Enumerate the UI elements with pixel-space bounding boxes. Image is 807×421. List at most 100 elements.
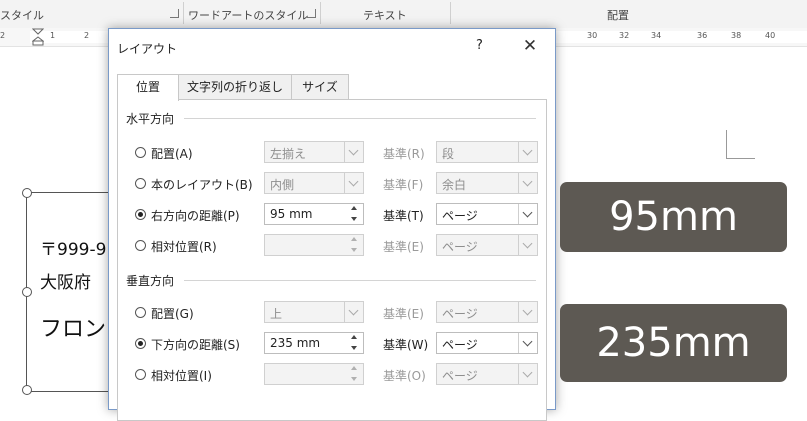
chevron-down-icon — [518, 142, 537, 162]
ribbon-separator — [183, 2, 184, 24]
help-icon[interactable]: ? — [476, 38, 483, 53]
spin-down-icon[interactable] — [348, 374, 360, 384]
v-alignment-row: 配置(G) 上 基準(E) ページ — [118, 300, 546, 326]
ribbon-separator — [320, 2, 321, 24]
tab-position[interactable]: 位置 — [117, 74, 179, 101]
callout-horizontal-distance: 95mm — [560, 182, 787, 252]
v-relative-label: 相対位置(I) — [151, 369, 212, 383]
v-absolute-row: 下方向の距離(S) 235 mm 基準(W) ページ — [118, 331, 546, 357]
h-absolute-row: 右方向の距離(P) 95 mm 基準(T) ページ — [118, 202, 546, 228]
v-relative-base-label: 基準(O) — [383, 369, 426, 383]
page-corner-mark — [726, 130, 755, 159]
v-relative-radio[interactable] — [135, 369, 146, 380]
h-relative-spinner[interactable] — [264, 234, 364, 256]
h-relative-row: 相対位置(R) 基準(E) ページ — [118, 233, 546, 259]
v-relative-row: 相対位置(I) 基準(O) ページ — [118, 362, 546, 388]
v-absolute-radio[interactable] — [135, 338, 146, 349]
v-alignment-radio[interactable] — [135, 307, 146, 318]
v-relative-spinner[interactable] — [264, 363, 364, 385]
book-layout-base-label: 基準(F) — [383, 178, 424, 192]
ruler-tick: 2 — [84, 31, 90, 40]
chevron-down-icon — [518, 364, 537, 384]
callout-vertical-distance: 235mm — [560, 304, 787, 382]
chevron-down-icon — [518, 204, 537, 224]
resize-handle-icon[interactable] — [22, 385, 32, 395]
h-absolute-base-select[interactable]: ページ — [436, 203, 538, 225]
h-absolute-spinner[interactable]: 95 mm — [264, 203, 364, 225]
name-line: フロン — [40, 317, 107, 342]
ribbon-separator — [450, 2, 451, 24]
v-alignment-base-label: 基準(E) — [383, 307, 424, 321]
horizontal-heading: 水平方向 — [126, 112, 175, 126]
book-layout-base-select[interactable]: 余白 — [436, 172, 538, 194]
h-alignment-select[interactable]: 左揃え — [264, 141, 364, 163]
spin-up-icon[interactable] — [348, 364, 360, 374]
v-absolute-spinner[interactable]: 235 mm — [264, 332, 364, 354]
h-absolute-radio[interactable] — [135, 209, 146, 220]
dialog-launcher-icon[interactable] — [170, 9, 179, 18]
ribbon-group-text: テキスト — [363, 9, 407, 22]
h-relative-base-label: 基準(E) — [383, 240, 424, 254]
h-alignment-base-select[interactable]: 段 — [436, 141, 538, 163]
ruler-tick: 34 — [651, 31, 662, 40]
section-divider — [184, 118, 536, 119]
h-alignment-row: 配置(A) 左揃え 基準(R) 段 — [118, 140, 546, 166]
chevron-down-icon — [518, 235, 537, 255]
h-alignment-base-label: 基準(R) — [383, 147, 425, 161]
ruler-tick: 36 — [697, 31, 708, 40]
v-absolute-base-label: 基準(W) — [383, 338, 429, 352]
dialog-title: レイアウト — [117, 42, 178, 56]
v-absolute-base-select[interactable]: ページ — [436, 332, 538, 354]
close-icon[interactable]: ✕ — [519, 36, 541, 56]
spin-up-icon[interactable] — [348, 333, 360, 343]
layout-dialog: レイアウト ? ✕ 位置 文字列の折り返し サイズ 水平方向 配置(A) 左揃え… — [108, 28, 556, 421]
spin-up-icon[interactable] — [348, 204, 360, 214]
dialog-launcher-icon[interactable] — [307, 9, 316, 18]
tab-size[interactable]: サイズ — [291, 74, 349, 99]
book-layout-row: 本のレイアウト(B) 内側 基準(F) 余白 — [118, 171, 546, 197]
address-line: 大阪府 — [40, 273, 91, 293]
resize-handle-icon[interactable] — [22, 287, 32, 297]
chevron-down-icon — [518, 173, 537, 193]
ribbon-group-style: スタイル — [0, 9, 44, 22]
ruler-tick: 32 — [619, 31, 630, 40]
chevron-down-icon — [518, 302, 537, 322]
ruler-tick: 30 — [587, 31, 598, 40]
position-panel: 水平方向 配置(A) 左揃え 基準(R) 段 本のレイアウト(B) 内側 基準(… — [117, 99, 547, 421]
section-divider — [184, 280, 536, 281]
spin-down-icon[interactable] — [348, 343, 360, 353]
spin-up-icon[interactable] — [348, 235, 360, 245]
book-layout-radio[interactable] — [135, 178, 146, 189]
ruler-tick: 2 — [0, 31, 6, 40]
ruler-tick: 1 — [50, 31, 56, 40]
v-alignment-label: 配置(G) — [151, 307, 194, 321]
h-relative-label: 相対位置(R) — [151, 240, 217, 254]
spin-down-icon[interactable] — [348, 245, 360, 255]
chevron-down-icon — [344, 302, 363, 322]
v-absolute-label: 下方向の距離(S) — [151, 338, 240, 352]
chevron-down-icon — [344, 142, 363, 162]
tab-text-wrapping[interactable]: 文字列の折り返し — [177, 74, 293, 99]
h-relative-radio[interactable] — [135, 240, 146, 251]
ruler-tick: 40 — [765, 31, 776, 40]
ruler-tick: 38 — [731, 31, 742, 40]
spin-down-icon[interactable] — [348, 214, 360, 224]
postal-code-line: 〒999-9 — [40, 240, 107, 260]
v-alignment-base-select[interactable]: ページ — [436, 301, 538, 323]
ribbon-group-arrange: 配置 — [607, 9, 629, 22]
book-layout-label: 本のレイアウト(B) — [151, 178, 253, 192]
h-absolute-label: 右方向の距離(P) — [151, 209, 240, 223]
chevron-down-icon — [518, 333, 537, 353]
ribbon-group-wordart: ワードアートのスタイル — [188, 9, 309, 22]
v-alignment-select[interactable]: 上 — [264, 301, 364, 323]
vertical-heading: 垂直方向 — [126, 274, 175, 288]
v-relative-base-select[interactable]: ページ — [436, 363, 538, 385]
indent-marker-icon[interactable] — [32, 28, 44, 46]
h-alignment-radio[interactable] — [135, 147, 146, 158]
chevron-down-icon — [344, 173, 363, 193]
resize-handle-icon[interactable] — [22, 188, 32, 198]
h-absolute-base-label: 基準(T) — [383, 209, 424, 223]
ribbon: スタイル ワードアートのスタイル テキスト 配置 — [0, 0, 807, 29]
h-relative-base-select[interactable]: ページ — [436, 234, 538, 256]
book-layout-select[interactable]: 内側 — [264, 172, 364, 194]
